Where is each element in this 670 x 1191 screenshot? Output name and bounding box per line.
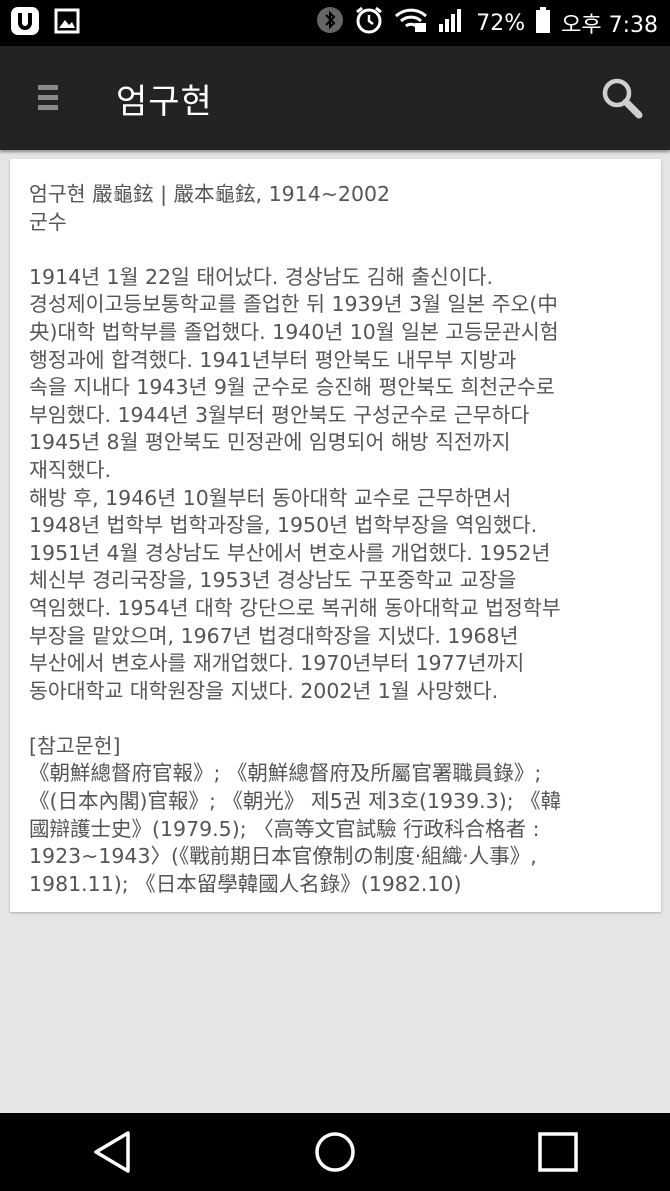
battery-percent: 72%: [476, 10, 526, 36]
app-notification-icon: [10, 6, 40, 40]
article-paragraph-1: 1914년 1월 22일 태어났다. 경상남도 김해 출신이다. 경성제이고등보…: [29, 264, 559, 482]
references-text: 《朝鮮總督府官報》; 《朝鮮總督府及所屬官署職員錄》; 《(日本內閣)官報》; …: [29, 761, 562, 896]
clock: 오후 7:38: [561, 13, 658, 38]
recent-apps-button[interactable]: [518, 1117, 598, 1187]
app-bar: 엄구현: [0, 46, 670, 150]
alarm-icon: [354, 5, 384, 41]
home-icon: [315, 1132, 355, 1172]
article-card: 엄구현 嚴龜鉉 | 嚴本龜鉉, 1914~2002 군수 1914년 1월 22…: [10, 159, 661, 912]
article-heading: 엄구현 嚴龜鉉 | 嚴本龜鉉, 1914~2002: [29, 182, 391, 206]
status-left: [0, 6, 80, 40]
menu-icon[interactable]: [18, 68, 78, 128]
signal-icon: [438, 6, 466, 40]
references-title: [참고문헌]: [29, 733, 121, 758]
back-button[interactable]: [72, 1117, 152, 1187]
page-title: 엄구현: [116, 81, 213, 122]
article-paragraph-2: 해방 후, 1946년 10월부터 동아대학 교수로 근무하면서 1948년 법…: [29, 485, 561, 703]
bluetooth-icon: [316, 6, 344, 40]
navigation-bar: [0, 1113, 670, 1191]
status-bar: 72% 오후 7:38: [0, 0, 670, 46]
recent-apps-icon: [538, 1132, 579, 1172]
image-notification-icon: [54, 8, 80, 38]
battery-icon: [535, 6, 551, 40]
status-right: 72% 오후 7:38: [316, 5, 670, 41]
article-role: 군수: [29, 209, 67, 234]
search-icon[interactable]: [592, 68, 652, 128]
back-icon: [93, 1131, 130, 1173]
wifi-icon: [394, 6, 428, 40]
home-button[interactable]: [295, 1117, 375, 1187]
